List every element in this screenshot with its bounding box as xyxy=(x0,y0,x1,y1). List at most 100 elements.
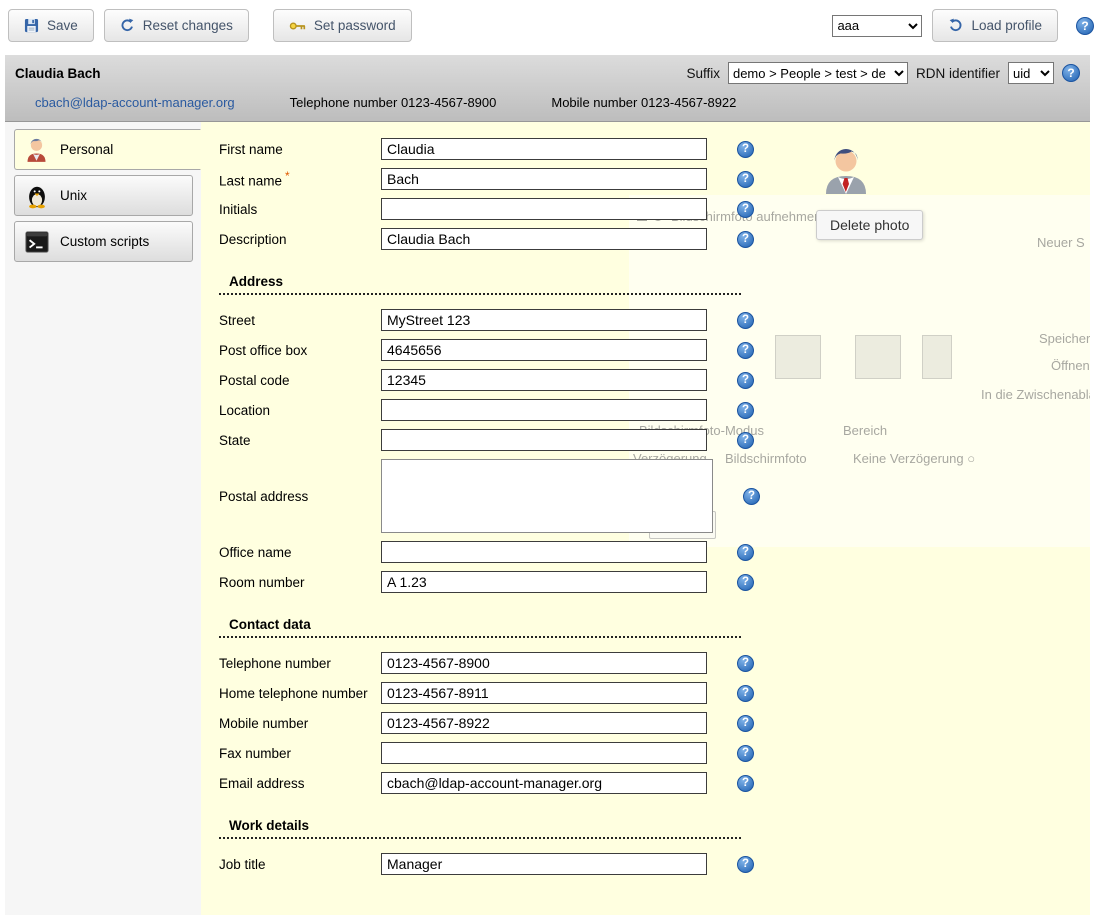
postal-address-help-icon[interactable]: ? xyxy=(743,488,760,505)
ghost-box xyxy=(922,335,952,379)
ghost-text: Speichern xyxy=(1039,331,1090,346)
suffix-label: Suffix xyxy=(686,66,720,81)
ghost-box xyxy=(855,335,901,379)
profile-select[interactable]: aaa xyxy=(832,15,922,37)
job-title-input[interactable] xyxy=(381,853,707,875)
form-row-description: Description? xyxy=(219,228,779,250)
street-input[interactable] xyxy=(381,309,707,331)
office-name-input[interactable] xyxy=(381,541,707,563)
form-row-post-office-box: Post office box? xyxy=(219,339,779,361)
form-row-fax-number: Fax number? xyxy=(219,742,779,764)
personal-form: First name?Last name*?Initials?Descripti… xyxy=(219,138,779,875)
suffix-select[interactable]: demo > People > test > de xyxy=(728,62,908,84)
fax-number-help-icon[interactable]: ? xyxy=(737,745,754,762)
form-row-location: Location? xyxy=(219,399,779,421)
state-help-icon[interactable]: ? xyxy=(737,432,754,449)
telephone-number-help-icon[interactable]: ? xyxy=(737,655,754,672)
initials-help-icon[interactable]: ? xyxy=(737,201,754,218)
tab-personal[interactable]: Personal xyxy=(14,129,201,170)
initials-label: Initials xyxy=(219,202,381,217)
postal-address-label: Postal address xyxy=(219,489,381,504)
home-telephone-number-help-icon[interactable]: ? xyxy=(737,685,754,702)
form-row-initials: Initials? xyxy=(219,198,779,220)
tux-icon xyxy=(23,183,50,209)
mobile-number-help-icon[interactable]: ? xyxy=(737,715,754,732)
delete-photo-button[interactable]: Delete photo xyxy=(816,210,923,240)
email-address-input[interactable] xyxy=(381,772,707,794)
job-title-help-icon[interactable]: ? xyxy=(737,856,754,873)
post-office-box-input[interactable] xyxy=(381,339,707,361)
home-telephone-number-input[interactable] xyxy=(381,682,707,704)
postal-code-help-icon[interactable]: ? xyxy=(737,372,754,389)
toolbar: Save Reset changes Set password aaa Load… xyxy=(0,0,1106,51)
save-button[interactable]: Save xyxy=(8,9,94,42)
required-marker: * xyxy=(285,169,290,183)
section-title-contact-data: Contact data xyxy=(219,615,741,638)
tab-label: Personal xyxy=(60,142,113,157)
location-help-icon[interactable]: ? xyxy=(737,402,754,419)
fax-number-input[interactable] xyxy=(381,742,707,764)
last-name-help-icon[interactable]: ? xyxy=(737,171,754,188)
email-address-help-icon[interactable]: ? xyxy=(737,775,754,792)
user-icon xyxy=(23,136,50,163)
postal-code-input[interactable] xyxy=(381,369,707,391)
room-number-label: Room number xyxy=(219,575,381,590)
header-help-icon[interactable]: ? xyxy=(1062,64,1080,82)
form-row-room-number: Room number? xyxy=(219,571,779,593)
set-password-button[interactable]: Set password xyxy=(273,9,412,42)
room-number-help-icon[interactable]: ? xyxy=(737,574,754,591)
form-row-first-name: First name? xyxy=(219,138,779,160)
state-input[interactable] xyxy=(381,429,707,451)
form-row-job-title: Job title? xyxy=(219,853,779,875)
post-office-box-help-icon[interactable]: ? xyxy=(737,342,754,359)
telephone-number-input[interactable] xyxy=(381,652,707,674)
telephone-number-label: Telephone number xyxy=(219,656,381,671)
reset-changes-label: Reset changes xyxy=(143,18,233,33)
ghost-text: Bereich xyxy=(843,423,887,438)
office-name-label: Office name xyxy=(219,545,381,560)
account-header: Claudia Bach Suffix demo > People > test… xyxy=(5,55,1090,122)
post-office-box-label: Post office box xyxy=(219,343,381,358)
telephone-summary: Telephone number 0123-4567-8900 xyxy=(290,95,497,110)
ghost-text: Neuer S xyxy=(1037,235,1085,250)
description-input[interactable] xyxy=(381,228,707,250)
street-label: Street xyxy=(219,313,381,328)
form-row-postal-address: Postal address? xyxy=(219,459,779,533)
form-row-state: State? xyxy=(219,429,779,451)
mobile-number-input[interactable] xyxy=(381,712,707,734)
room-number-input[interactable] xyxy=(381,571,707,593)
personal-tab-content: Bildschirmfoto aufnehmenNeuer SSpeichern… xyxy=(201,122,1090,915)
description-help-icon[interactable]: ? xyxy=(737,231,754,248)
tab-custom-scripts[interactable]: Custom scripts xyxy=(14,221,193,262)
first-name-input[interactable] xyxy=(381,138,707,160)
load-profile-button[interactable]: Load profile xyxy=(932,9,1058,42)
location-input[interactable] xyxy=(381,399,707,421)
ghost-text: Keine Verzögerung ○ xyxy=(853,451,975,466)
street-help-icon[interactable]: ? xyxy=(737,312,754,329)
last-name-label: Last name* xyxy=(219,169,381,189)
last-name-input[interactable] xyxy=(381,168,707,190)
save-button-label: Save xyxy=(47,18,78,33)
ghost-text: In die Zwischenablage xyxy=(981,387,1090,402)
reset-changes-button[interactable]: Reset changes xyxy=(104,9,249,42)
description-label: Description xyxy=(219,232,381,247)
toolbar-help-icon[interactable]: ? xyxy=(1076,17,1094,35)
postal-address-input[interactable] xyxy=(381,459,713,533)
rdn-select[interactable]: uid xyxy=(1008,62,1054,84)
load-profile-label: Load profile xyxy=(971,18,1042,33)
reset-icon xyxy=(120,18,135,33)
tab-label: Custom scripts xyxy=(60,234,149,249)
postal-code-label: Postal code xyxy=(219,373,381,388)
form-row-office-name: Office name? xyxy=(219,541,779,563)
rdn-identifier-label: RDN identifier xyxy=(916,66,1000,81)
account-title: Claudia Bach xyxy=(15,66,101,81)
photo-column: Delete photo xyxy=(816,144,923,240)
tab-label: Unix xyxy=(60,188,87,203)
tab-unix[interactable]: Unix xyxy=(14,175,193,216)
mobile-summary: Mobile number 0123-4567-8922 xyxy=(551,95,736,110)
office-name-help-icon[interactable]: ? xyxy=(737,544,754,561)
form-row-street: Street? xyxy=(219,309,779,331)
first-name-help-icon[interactable]: ? xyxy=(737,141,754,158)
email-link[interactable]: cbach@ldap-account-manager.org xyxy=(35,95,235,110)
initials-input[interactable] xyxy=(381,198,707,220)
